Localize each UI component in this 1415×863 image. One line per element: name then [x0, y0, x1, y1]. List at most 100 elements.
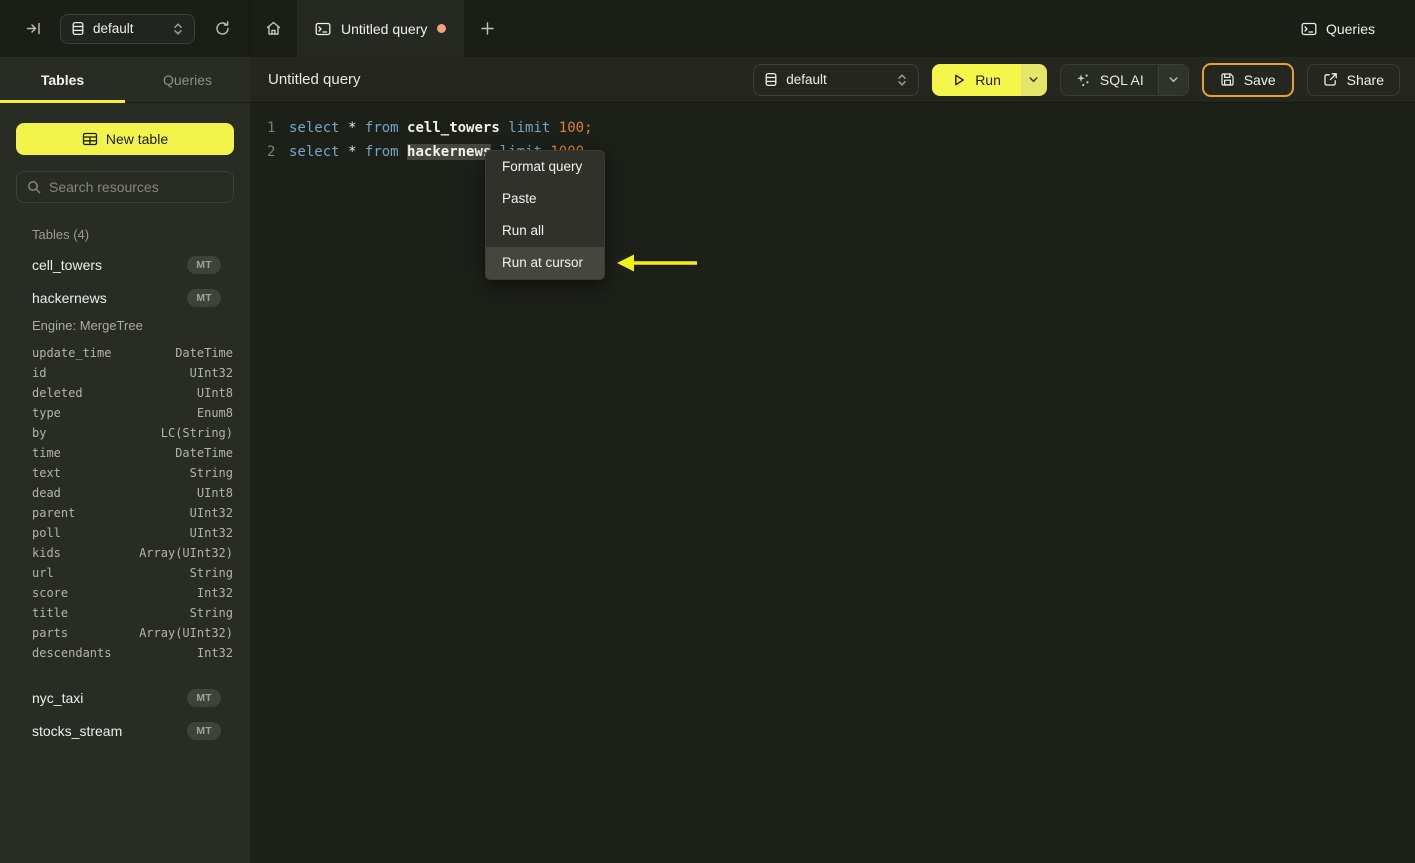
field-type: DateTime	[175, 346, 233, 360]
database-icon	[764, 72, 778, 87]
engine-badge: MT	[187, 255, 221, 274]
sql-keyword: select	[289, 144, 340, 160]
field-type: String	[189, 606, 233, 620]
sql-editor[interactable]: 1 select * from cell_towers limit 100; 2s…	[250, 103, 1415, 164]
search-input[interactable]	[49, 179, 223, 195]
line-number: 1	[267, 120, 276, 136]
database-icon	[71, 21, 85, 36]
queries-button[interactable]: Queries	[1285, 0, 1415, 57]
field-type: UInt32	[189, 526, 233, 540]
query-header: Untitled query default Run SQL AI Save S…	[250, 57, 1415, 103]
sql-ai-label: SQL AI	[1099, 71, 1144, 88]
schema-field-row: parts Array(UInt32)	[32, 623, 233, 643]
search-icon	[27, 180, 41, 194]
sql-ai-dropdown-button[interactable]	[1157, 64, 1188, 95]
menu-item-format-query[interactable]: Format query	[486, 151, 604, 183]
table-row-stocks-stream[interactable]: stocks_stream MT	[0, 714, 250, 747]
active-tab-underline	[0, 100, 125, 103]
sql-keyword: from	[364, 144, 399, 160]
field-type: Int32	[196, 586, 233, 600]
field-name: kids	[32, 546, 61, 560]
sql-table-name-selected: hackernews	[407, 144, 492, 160]
run-button[interactable]: Run	[932, 63, 1047, 96]
terminal-icon	[1301, 21, 1317, 37]
table-name: stocks_stream	[32, 722, 123, 739]
field-name: update_time	[32, 346, 112, 360]
sql-ai-button-main[interactable]: SQL AI	[1061, 65, 1158, 95]
search-box[interactable]	[16, 171, 234, 203]
field-name: parent	[32, 506, 76, 520]
schema-field-row: score Int32	[32, 583, 233, 603]
run-button-main[interactable]: Run	[932, 63, 1021, 96]
topbar: default Untitled query Queries	[0, 0, 1415, 57]
schema-field-row: kids Array(UInt32)	[32, 543, 233, 563]
sql-table-name: cell_towers	[407, 120, 500, 136]
schema-list: update_time DateTime id UInt32 deleted UInt…	[0, 343, 250, 663]
line-number: 2	[267, 144, 276, 160]
queries-label: Queries	[1325, 20, 1375, 37]
new-table-label: New table	[105, 131, 169, 147]
sparkles-icon	[1075, 72, 1091, 88]
field-name: deleted	[32, 386, 83, 400]
engine-badge: MT	[187, 721, 221, 740]
unsaved-dot	[437, 24, 447, 33]
editor-context-menu: Format query Paste Run all Run at cursor	[485, 150, 605, 280]
schema-field-row: time DateTime	[32, 443, 233, 463]
sql-token: *	[348, 144, 357, 160]
table-row-cell-towers[interactable]: cell_towers MT	[0, 248, 250, 281]
tab-untitled-query[interactable]: Untitled query	[297, 0, 465, 57]
run-dropdown-button[interactable]	[1020, 63, 1047, 96]
header-database-selector[interactable]: default	[753, 63, 920, 96]
engine-badge: MT	[187, 688, 221, 707]
field-type: String	[189, 566, 233, 580]
new-tab-button[interactable]	[464, 0, 511, 57]
schema-field-row: url String	[32, 563, 233, 583]
code-line-1[interactable]: 1 select * from cell_towers limit 100;	[250, 116, 1415, 140]
home-button[interactable]	[250, 0, 297, 57]
field-name: descendants	[32, 646, 112, 660]
tab-label: Untitled query	[341, 20, 428, 37]
topbar-database-value: default	[93, 21, 134, 36]
query-title: Untitled query	[268, 71, 361, 88]
table-row-nyc-taxi[interactable]: nyc_taxi MT	[0, 681, 250, 714]
topbar-database-selector[interactable]: default	[60, 13, 195, 44]
field-name: score	[32, 586, 69, 600]
sql-keyword: from	[364, 120, 399, 136]
table-row-hackernews[interactable]: hackernews MT	[0, 281, 250, 314]
sidebar: Tables Queries New table Tables (4) cell…	[0, 57, 250, 863]
save-button[interactable]: Save	[1201, 62, 1294, 97]
main-panel: Untitled query default Run SQL AI Save S…	[250, 57, 1415, 863]
engine-badge: MT	[187, 288, 221, 307]
new-table-button[interactable]: New table	[16, 123, 234, 155]
sidebar-tab-tables[interactable]: Tables	[0, 57, 125, 102]
refresh-icon[interactable]	[209, 16, 235, 42]
field-type: Enum8	[196, 406, 233, 420]
share-label: Share	[1346, 71, 1384, 88]
table-name: hackernews	[32, 289, 107, 306]
field-name: dead	[32, 486, 61, 500]
sidebar-tab-queries[interactable]: Queries	[125, 57, 250, 102]
menu-item-run-all[interactable]: Run all	[486, 215, 604, 247]
field-type: UInt8	[196, 386, 233, 400]
menu-item-paste[interactable]: Paste	[486, 183, 604, 215]
share-button[interactable]: Share	[1306, 63, 1400, 96]
tables-section-label: Tables (4)	[32, 227, 90, 242]
schema-field-row: poll UInt32	[32, 523, 233, 543]
field-type: Array(UInt32)	[139, 626, 233, 640]
field-name: title	[32, 606, 69, 620]
table-icon	[82, 131, 98, 147]
collapse-sidebar-icon[interactable]	[20, 16, 46, 42]
sql-ai-button[interactable]: SQL AI	[1059, 63, 1189, 96]
sql-console-app: default Untitled query Queries Tables Qu…	[0, 0, 1415, 863]
field-name: by	[32, 426, 47, 440]
run-label: Run	[975, 71, 1001, 88]
field-type: UInt8	[196, 486, 233, 500]
field-name: parts	[32, 626, 69, 640]
schema-field-row: id UInt32	[32, 363, 233, 383]
field-type: LC(String)	[160, 426, 233, 440]
field-type: DateTime	[175, 446, 233, 460]
menu-item-run-at-cursor[interactable]: Run at cursor	[486, 247, 604, 279]
schema-field-row: descendants Int32	[32, 643, 233, 663]
code-line-2[interactable]: 2select * from hackernews limit 1000	[250, 140, 1415, 164]
table-name: nyc_taxi	[32, 689, 84, 706]
